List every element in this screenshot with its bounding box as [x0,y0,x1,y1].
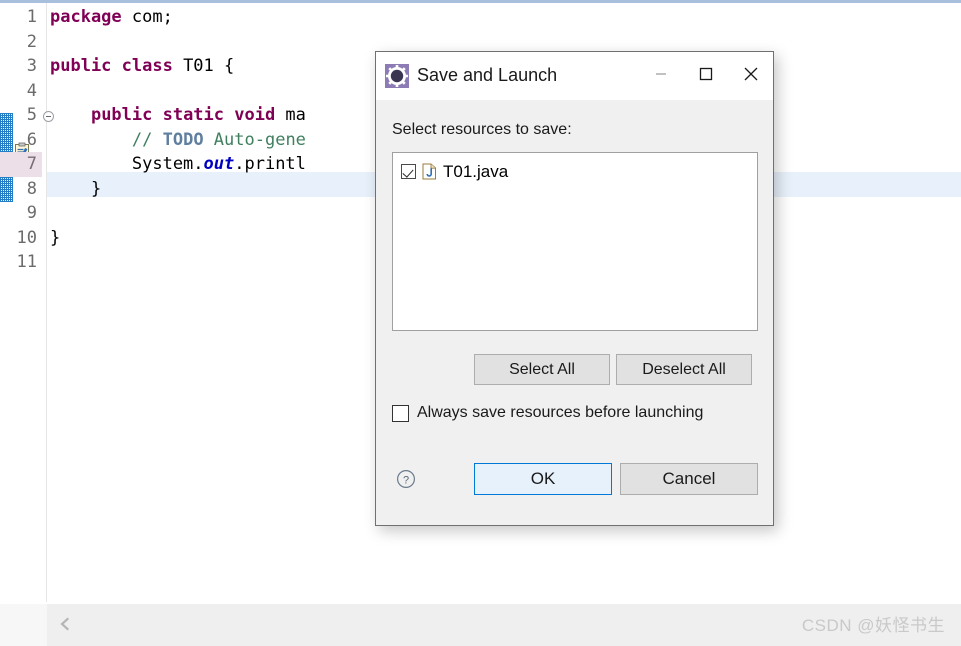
ok-button[interactable]: OK [474,463,612,495]
svg-text:?: ? [403,474,409,486]
code-line: public class T01 { [50,54,306,79]
resource-list[interactable]: T01.java [392,152,758,331]
select-resources-label: Select resources to save: [392,121,572,138]
csdn-watermark: CSDN @妖怪书生 [801,616,945,635]
line-number: 6 [26,129,37,150]
dialog-body: Select resources to save: T01.java Selec… [376,101,773,525]
dialog-title: Save and Launch [417,65,558,85]
code-token: out [203,154,235,174]
minimize-button[interactable] [638,52,683,99]
code-line: package com; [50,5,306,30]
code-token: ma [285,105,306,125]
code-token: .printl [234,154,306,174]
dialog-titlebar[interactable]: Save and Launch [376,52,773,101]
code-token: public static void [90,105,286,125]
select-all-button[interactable]: Select All [474,354,610,385]
line-number: 10 [16,227,37,248]
cancel-button[interactable]: Cancel [620,463,758,495]
code-line: } [50,177,306,202]
line-number: 2 [26,31,37,52]
line-number: 3 [26,56,37,76]
code-token: package [50,7,132,27]
eclipse-launch-gear-icon [385,64,409,88]
line-number: 11 [16,252,37,272]
save-and-launch-dialog: Save and Launch Select resources to save… [375,51,774,526]
line-number-foldable: 5 [0,103,54,128]
maximize-button[interactable] [683,52,728,99]
code-token: // [131,129,163,150]
resource-checkbox[interactable] [401,164,416,179]
line-number: 4 [26,80,37,101]
code-token: Auto-gene [203,129,306,150]
code-token: public class [50,56,184,76]
java-file-icon [422,163,437,180]
line-number-ruler: 1 2 3 4 5 6 7 8 9 10 11 [0,5,54,275]
code-line: } [50,226,306,251]
list-item[interactable]: T01.java [393,153,757,183]
editor-top-rule [0,0,961,3]
gutter-separator [46,3,47,602]
code-line: System.out.printl [50,152,306,177]
code-token: com; [131,7,173,27]
line-number-current: 7 [0,152,42,177]
scroll-left-icon[interactable] [57,616,73,632]
minimize-icon [655,73,666,75]
code-token: } [50,227,61,248]
maximize-icon [699,67,712,81]
list-item-label: T01.java [443,162,509,181]
gutter-bottom-filler [0,604,47,646]
line-number: 9 [26,203,37,223]
always-save-label: Always save resources before launching [417,404,704,421]
code-token: } [50,178,102,199]
code-token: T01 { [183,56,235,76]
line-number-text: 5 [26,105,37,125]
close-icon [744,67,757,81]
code-token: TODO [162,129,204,150]
help-question-icon[interactable]: ? [396,469,416,489]
code-line: // TODO Auto-gene [50,128,306,153]
always-save-row[interactable]: Always save resources before launching [392,404,703,422]
close-button[interactable] [728,52,773,99]
deselect-all-button[interactable]: Deselect All [616,354,752,385]
code-line: public static void ma [50,103,306,128]
code-text-area[interactable]: package com; public class T01 { public s… [50,5,306,275]
code-token: System. [50,154,204,174]
always-save-checkbox[interactable] [392,404,409,422]
line-number: 8 [26,178,37,199]
line-number: 1 [26,7,37,27]
